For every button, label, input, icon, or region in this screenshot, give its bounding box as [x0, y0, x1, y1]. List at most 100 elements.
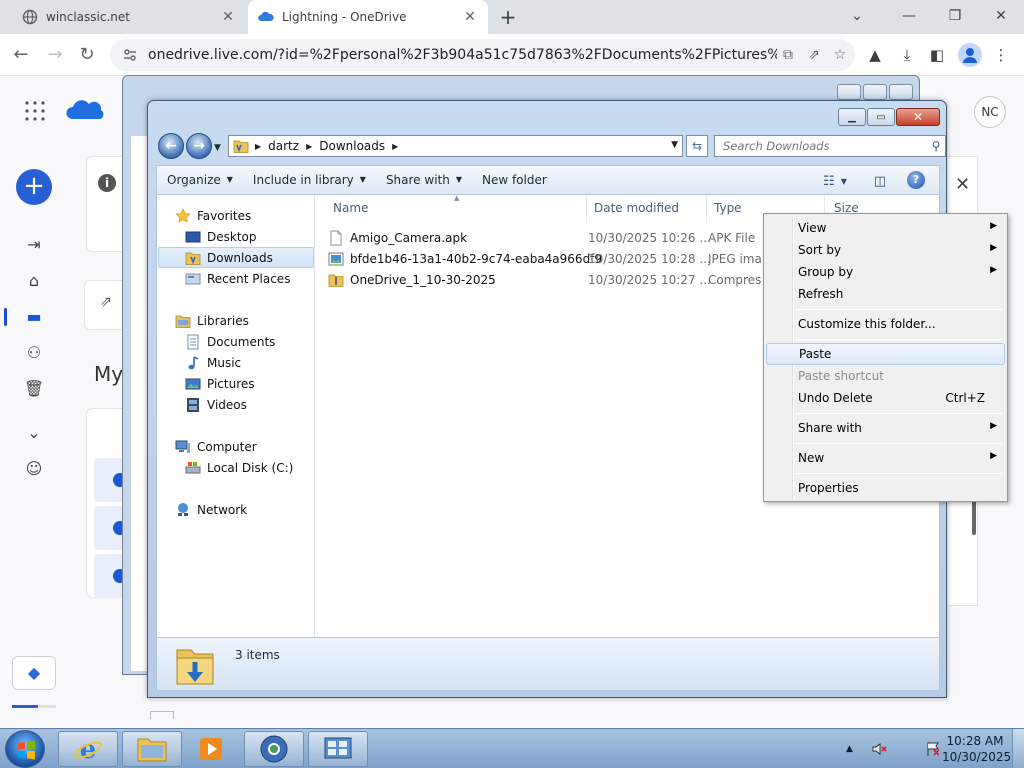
- forward-arrow-icon[interactable]: →: [44, 44, 66, 66]
- taskbar-control-panel[interactable]: [308, 731, 368, 767]
- start-button[interactable]: [5, 730, 45, 768]
- back-arrow-icon[interactable]: ←: [10, 44, 32, 66]
- column-header-date-modified[interactable]: Date modified: [594, 201, 679, 219]
- close-button[interactable]: ✕: [896, 108, 940, 126]
- tab-winclassic[interactable]: winclassic.net ✕: [12, 0, 246, 34]
- install-app-icon[interactable]: ⧉: [777, 44, 799, 66]
- share-with-button[interactable]: Share with ▼: [376, 167, 472, 193]
- recycle-bin-icon[interactable]: 🗑: [23, 378, 45, 400]
- help-icon[interactable]: ?: [907, 171, 925, 189]
- nav-item-music[interactable]: Music: [185, 352, 241, 373]
- search-icon[interactable]: ⚲: [927, 139, 945, 153]
- refresh-icon[interactable]: ⇆: [686, 135, 708, 157]
- nav-item-pictures[interactable]: Pictures: [185, 373, 255, 394]
- action-center-flag-icon[interactable]: [925, 741, 941, 757]
- menu-dots-icon[interactable]: ⋮: [990, 44, 1012, 66]
- show-desktop-button[interactable]: [1012, 729, 1024, 768]
- recent-pages-dropdown-icon[interactable]: ▼: [214, 143, 221, 153]
- taskbar-internet-explorer[interactable]: e: [58, 731, 118, 767]
- minimize-button[interactable]: —: [896, 4, 922, 28]
- nav-item-favorites[interactable]: Favorites: [175, 205, 251, 226]
- breadcrumb-arrow-icon[interactable]: ▶: [255, 142, 261, 151]
- app-launcher-icon[interactable]: [24, 100, 46, 122]
- close-window-button[interactable]: ✕: [988, 4, 1014, 28]
- menu-item-refresh[interactable]: Refresh: [766, 283, 1005, 305]
- minimize-button[interactable]: ▁: [838, 108, 866, 126]
- premium-diamond-icon[interactable]: ◆: [12, 656, 56, 690]
- person-icon[interactable]: ☺: [23, 458, 45, 480]
- reload-icon[interactable]: ↻: [76, 44, 98, 66]
- nav-item-computer[interactable]: Computer: [175, 436, 257, 457]
- column-divider[interactable]: [706, 195, 707, 223]
- home-icon[interactable]: ⌂: [23, 270, 45, 292]
- nav-item-recent-places[interactable]: Recent Places: [185, 268, 290, 289]
- new-tab-button[interactable]: +: [498, 7, 518, 27]
- nav-item-downloads[interactable]: Downloads: [158, 247, 314, 268]
- address-dropdown-icon[interactable]: ▼: [671, 140, 678, 150]
- share-icon[interactable]: ⇗: [100, 294, 120, 314]
- breadcrumb-arrow-icon[interactable]: ▶: [306, 142, 312, 151]
- menu-item-view[interactable]: View ▶: [766, 217, 1005, 239]
- address-bar[interactable]: onedrive.live.com/?id=%2Fpersonal%2F3b90…: [110, 39, 855, 71]
- organize-button[interactable]: Organize ▼: [157, 167, 243, 193]
- nav-item-local-disk[interactable]: Local Disk (C:): [185, 457, 293, 478]
- nav-item-desktop[interactable]: Desktop: [185, 226, 257, 247]
- taskbar-file-explorer[interactable]: [122, 731, 182, 767]
- download-icon[interactable]: ⤓: [896, 44, 918, 66]
- breadcrumb-item-downloads[interactable]: Downloads: [319, 139, 385, 153]
- close-tab-icon[interactable]: ✕: [220, 9, 236, 25]
- chevron-down-icon[interactable]: ⌄: [23, 422, 45, 444]
- create-new-button[interactable]: +: [16, 169, 52, 205]
- side-panel-icon[interactable]: ◧: [926, 44, 948, 66]
- taskbar-media-player[interactable]: [186, 731, 236, 767]
- nav-item-videos[interactable]: Videos: [185, 394, 247, 415]
- new-folder-button[interactable]: New folder: [472, 167, 557, 193]
- sidebar-toggle-icon[interactable]: ⇥: [23, 234, 45, 256]
- menu-item-customize-folder[interactable]: Customize this folder...: [766, 313, 1005, 335]
- menu-item-paste-shortcut[interactable]: Paste shortcut: [766, 365, 1005, 387]
- nav-item-network[interactable]: Network: [175, 499, 247, 520]
- minimize-button[interactable]: [837, 84, 861, 100]
- show-hidden-icons-icon[interactable]: ▲: [846, 744, 853, 754]
- menu-item-share-with[interactable]: Share with ▶: [766, 417, 1005, 439]
- share-icon[interactable]: ⇗: [803, 44, 825, 66]
- nav-item-documents[interactable]: Documents: [185, 331, 275, 352]
- clock[interactable]: 10:28 AM 10/30/2025: [942, 733, 1011, 765]
- menu-item-undo-delete[interactable]: Undo Delete Ctrl+Z: [766, 387, 1005, 409]
- nav-item-libraries[interactable]: Libraries: [175, 310, 249, 331]
- close-tab-icon[interactable]: ✕: [462, 9, 478, 25]
- column-header-type[interactable]: Type: [714, 201, 742, 219]
- maximize-button[interactable]: ▭: [867, 108, 895, 126]
- menu-item-group-by[interactable]: Group by ▶: [766, 261, 1005, 283]
- forward-arrow-icon[interactable]: →: [186, 133, 212, 159]
- column-header-name[interactable]: Name: [333, 201, 368, 219]
- restore-button[interactable]: ❐: [942, 4, 968, 28]
- taskbar-chrome[interactable]: [244, 731, 304, 767]
- close-button[interactable]: [889, 84, 913, 100]
- column-divider[interactable]: [586, 195, 587, 223]
- profile-avatar-icon[interactable]: [958, 43, 982, 67]
- breadcrumb-item-dartz[interactable]: dartz: [268, 139, 299, 153]
- search-input[interactable]: [723, 139, 927, 153]
- change-view-icon[interactable]: ☷ ▼: [815, 170, 855, 192]
- menu-item-sort-by[interactable]: Sort by ▶: [766, 239, 1005, 261]
- account-avatar[interactable]: NC: [974, 96, 1006, 128]
- menu-item-properties[interactable]: Properties: [766, 477, 1005, 499]
- menu-item-new[interactable]: New ▶: [766, 447, 1005, 469]
- people-icon[interactable]: ⚇: [23, 342, 45, 364]
- tab-onedrive[interactable]: Lightning - OneDrive ✕: [248, 0, 488, 34]
- include-in-library-button[interactable]: Include in library ▼: [243, 167, 376, 193]
- maximize-button[interactable]: [863, 84, 887, 100]
- breadcrumb-arrow-icon[interactable]: ▶: [392, 142, 398, 151]
- volume-muted-icon[interactable]: [871, 741, 887, 757]
- flask-icon[interactable]: ▲: [864, 44, 886, 66]
- menu-item-paste[interactable]: Paste: [766, 343, 1005, 365]
- close-icon[interactable]: ✕: [955, 174, 970, 195]
- folder-icon[interactable]: ▬: [23, 306, 45, 328]
- site-info-icon[interactable]: [122, 47, 138, 63]
- preview-pane-icon[interactable]: ◫: [869, 170, 891, 192]
- back-arrow-icon[interactable]: ←: [158, 133, 184, 159]
- address-bar[interactable]: ▶ dartz ▶ Downloads ▶ ▼: [228, 135, 683, 157]
- search-box[interactable]: ⚲: [714, 135, 946, 157]
- tab-search-chevron-icon[interactable]: ⌄: [844, 4, 870, 28]
